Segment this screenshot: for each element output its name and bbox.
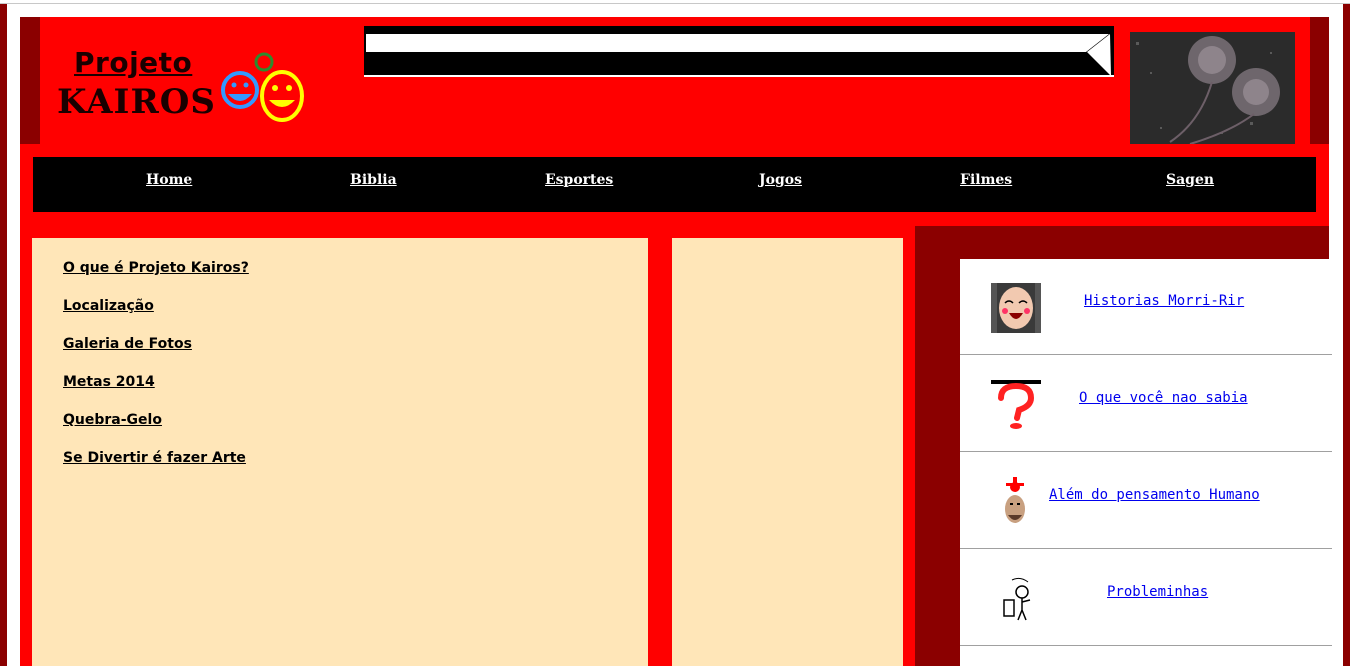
sidebar-link-goals[interactable]: Metas 2014 [63, 374, 155, 390]
panel-link-morri-rir[interactable]: Historias Morri-Rir [1084, 293, 1244, 309]
header-right-accent [1310, 17, 1329, 144]
logo-title-line1: Projeto [74, 46, 193, 79]
main-nav [33, 157, 1316, 212]
nav-item-sagen[interactable]: Sagen [1166, 172, 1214, 188]
right-frame-bar [1343, 4, 1350, 666]
middle-column [672, 238, 903, 666]
panel-divider [960, 451, 1332, 452]
logo-title-line2: KAIROS [57, 82, 216, 122]
panel-divider [960, 548, 1332, 549]
panel-divider [960, 354, 1332, 355]
sketch-figure-icon[interactable] [1000, 574, 1034, 624]
nav-item-biblia[interactable]: Biblia [350, 172, 397, 188]
nav-item-filmes[interactable]: Filmes [960, 172, 1012, 188]
top-border [0, 3, 1350, 4]
sidebar-link-about[interactable]: O que é Projeto Kairos? [63, 260, 249, 276]
header-left-accent [20, 17, 40, 144]
panel-link-pensamento[interactable]: Além do pensamento Humano [1049, 487, 1260, 503]
question-mark-icon[interactable] [991, 380, 1041, 430]
smiley-faces-logo-icon [221, 52, 304, 122]
dandelion-photo [1130, 32, 1295, 144]
panel-divider [960, 645, 1332, 646]
panel-link-nao-sabia[interactable]: O que você nao sabia [1079, 390, 1248, 406]
panel-link-probleminhas[interactable]: Probleminhas [1107, 584, 1208, 600]
sidebar-link-location[interactable]: Localização [63, 298, 154, 314]
left-gutter [7, 4, 20, 666]
nav-item-jogos[interactable]: Jogos [759, 172, 802, 188]
sidebar-link-icebreaker[interactable]: Quebra-Gelo [63, 412, 162, 428]
sidebar-link-gallery[interactable]: Galeria de Fotos [63, 336, 192, 352]
sidebar-link-art[interactable]: Se Divertir é fazer Arte [63, 450, 246, 466]
header-banner [364, 26, 1114, 77]
left-frame-bar [0, 4, 7, 666]
nav-item-esportes[interactable]: Esportes [545, 172, 613, 188]
exploding-head-icon[interactable] [1002, 477, 1028, 527]
nav-item-home[interactable]: Home [146, 172, 192, 188]
laughing-face-icon[interactable] [991, 283, 1041, 333]
